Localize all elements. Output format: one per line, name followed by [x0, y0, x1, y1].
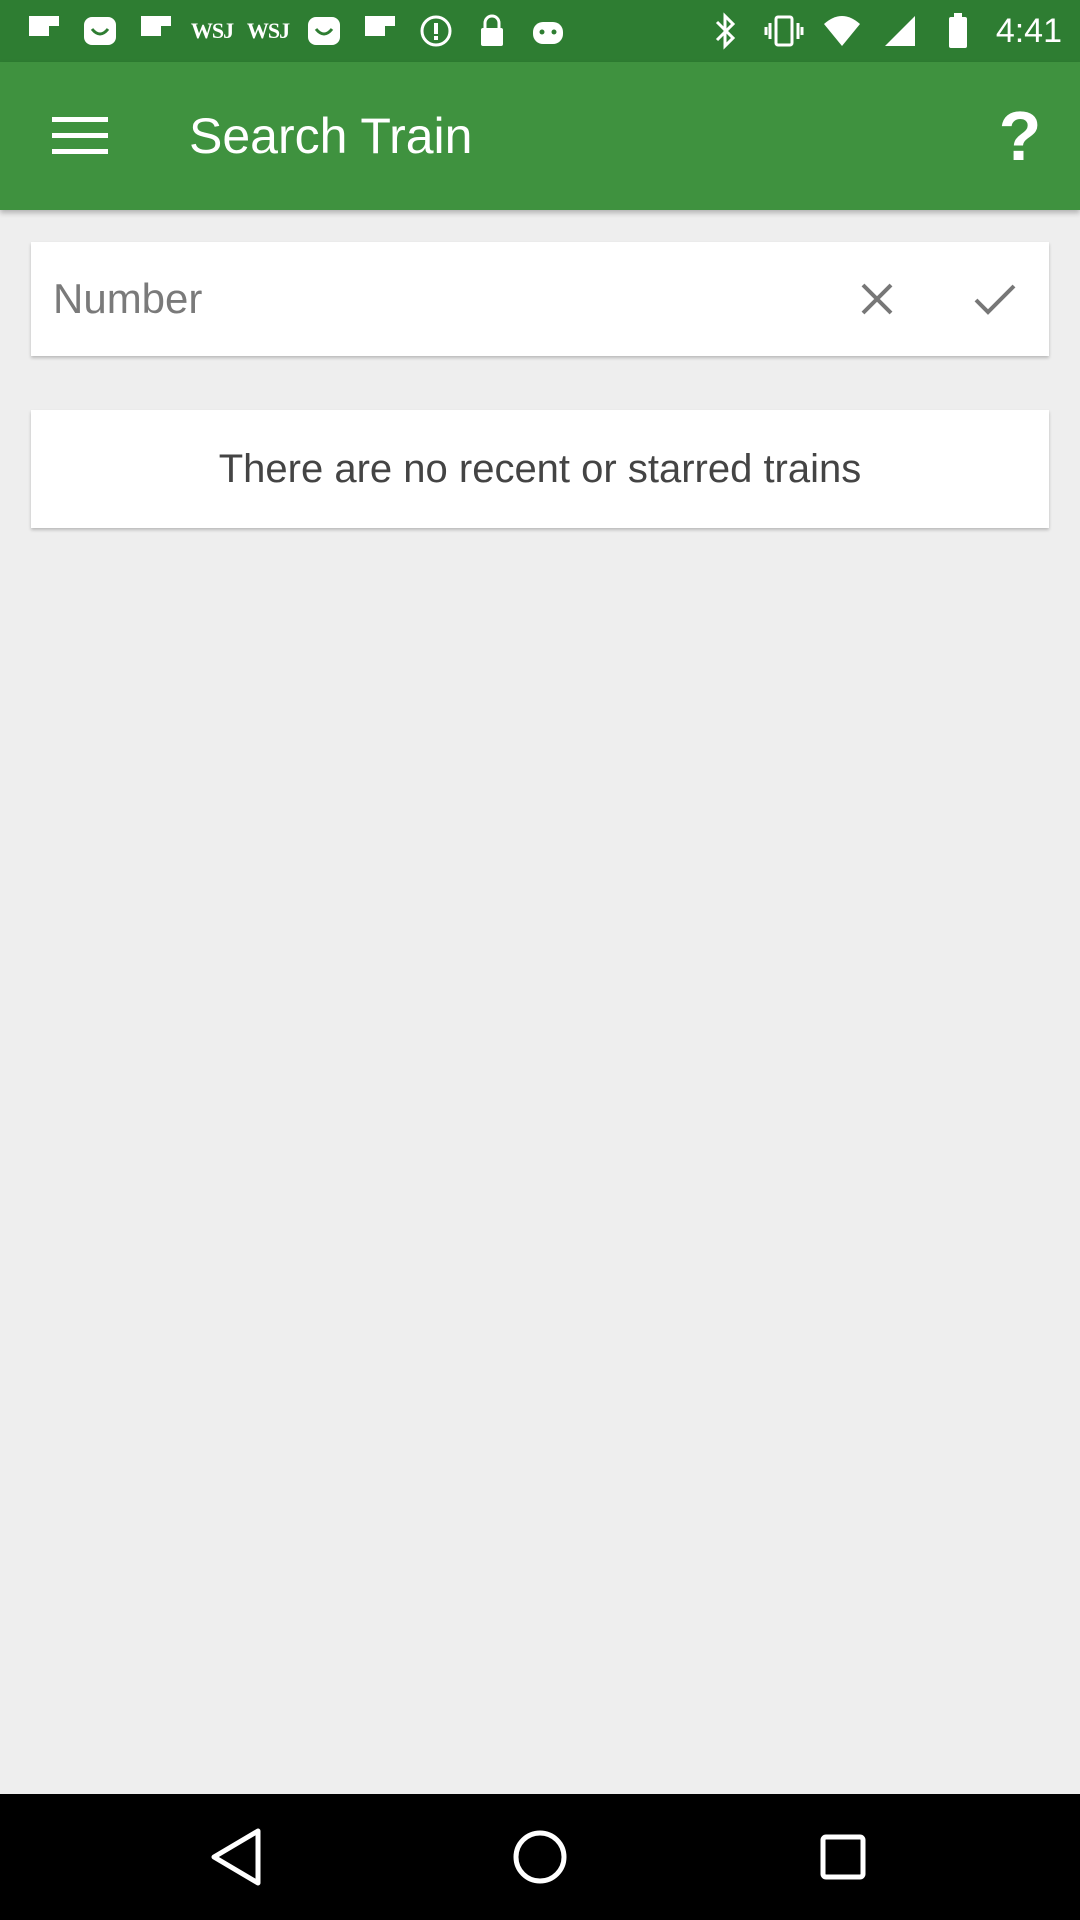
help-button[interactable]: ? [980, 96, 1060, 176]
page-title: Search Train [189, 108, 473, 164]
lock-icon [472, 11, 512, 51]
flipboard-icon [360, 11, 400, 51]
train-number-input[interactable] [53, 242, 833, 356]
status-time: 4:41 [995, 11, 1062, 50]
check-icon [974, 284, 1016, 315]
wifi-icon [822, 11, 862, 51]
recents-icon [820, 1834, 866, 1880]
menu-button[interactable] [40, 96, 120, 176]
wsj-icon: WSJ [246, 18, 290, 43]
back-icon [211, 1828, 261, 1886]
notification-icons: WSJ WSJ [24, 0, 568, 62]
close-icon [861, 283, 893, 315]
home-icon [513, 1830, 567, 1884]
clear-button[interactable] [839, 261, 915, 337]
search-bar [31, 242, 1049, 356]
wsj-icon: WSJ [190, 18, 234, 43]
smiley-icon [80, 11, 120, 51]
empty-state-message: There are no recent or starred trains [218, 446, 862, 491]
recents-button[interactable] [803, 1817, 883, 1897]
home-button[interactable] [500, 1817, 580, 1897]
hamburger-menu-icon [52, 117, 108, 154]
bluetooth-icon [706, 11, 746, 51]
android-icon [528, 11, 568, 51]
flipboard-icon [24, 11, 64, 51]
battery-icon [938, 11, 978, 51]
smiley-icon [304, 11, 344, 51]
confirm-button[interactable] [957, 261, 1033, 337]
status-bar: WSJ WSJ 4:41 [0, 0, 1080, 62]
navigation-bar [0, 1794, 1080, 1920]
empty-state-card: There are no recent or starred trains [31, 410, 1049, 528]
flipboard-icon [136, 11, 176, 51]
info-icon [416, 11, 456, 51]
back-button[interactable] [196, 1817, 276, 1897]
system-icons: 4:41 [706, 0, 1062, 62]
signal-icon [880, 11, 920, 51]
app-bar: Search Train ? [0, 62, 1080, 210]
vibrate-icon [764, 11, 804, 51]
